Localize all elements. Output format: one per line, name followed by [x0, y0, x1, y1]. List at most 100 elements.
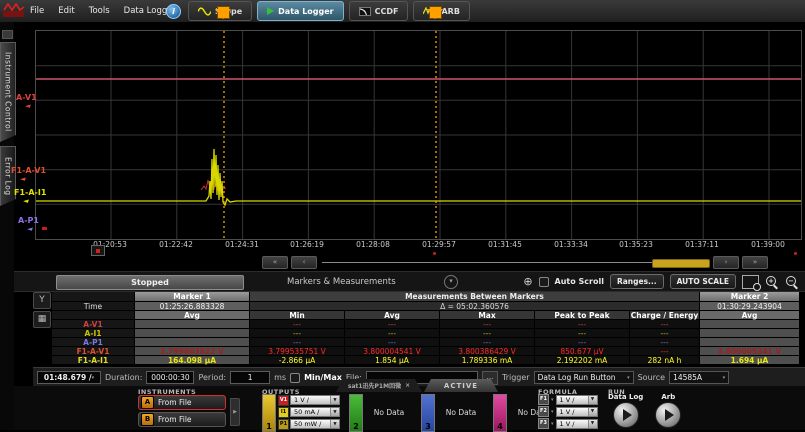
table-row[interactable]: A-I1 --- --- --- --- --- [52, 329, 800, 338]
marker2-value: 1.694 µA [700, 356, 800, 365]
instrument-b-label: From File [158, 415, 192, 424]
minmax-checkbox[interactable] [290, 373, 300, 383]
marker2-handle[interactable]: 2 [427, 6, 443, 38]
sidebar-tab-instrument-control[interactable]: Instrument Control [0, 42, 16, 142]
max-value: 1.789336 mA [440, 356, 535, 365]
x-tick: 01:33:34 [546, 240, 596, 249]
collapse-panel-icon[interactable]: ▾ [444, 275, 458, 289]
p1-scale-select[interactable]: 50 mW / ▼ [290, 419, 340, 429]
marker-dot [433, 252, 436, 255]
record-marker-chip[interactable] [91, 245, 105, 256]
top-menu-bar: File Edit Tools Data Logger Help i Scope… [0, 0, 805, 23]
run-state-button[interactable]: Stopped [56, 275, 244, 290]
datalog-chart[interactable] [35, 30, 802, 240]
minmax-label: Min/Max [304, 373, 342, 382]
marker1-header[interactable]: Marker 1 [135, 292, 250, 302]
f1-scale-select[interactable]: 1 V / ▼ [556, 395, 598, 405]
marker2-header[interactable]: Marker 2 [700, 292, 800, 302]
tab-ccdf[interactable]: CCDF [349, 1, 409, 21]
duration-field[interactable]: 000:00:30 [146, 371, 194, 384]
table-icon-column: Y ▦ [33, 292, 50, 330]
scroll-back-button[interactable]: ‹ [291, 256, 317, 269]
tab-ccdf-label: CCDF [375, 7, 399, 16]
x-tick: 01:24:31 [217, 240, 267, 249]
f3-scale-select[interactable]: 1 V / ▼ [556, 419, 598, 429]
period-field[interactable]: 1 [230, 371, 270, 384]
channel-2-bar[interactable]: 2 [349, 394, 363, 432]
channel-3-no-data: No Data [438, 394, 484, 430]
tab-data-logger[interactable]: Data Logger [257, 1, 343, 21]
min-value: -2.866 µA [250, 356, 345, 365]
f3-badge: F3 [538, 418, 549, 429]
f2-scale-value: 1 V / [560, 408, 575, 416]
table-row[interactable]: F1-A-V1 3.799803822 V 3.799535751 V 3.80… [52, 347, 800, 356]
scroll-fast-back-button[interactable]: « [262, 256, 288, 269]
menu-file[interactable]: File [30, 6, 44, 16]
time-scrollbar: « ‹ › » [262, 256, 768, 269]
trace-label-a-v1[interactable]: A-V1 ◄ [16, 94, 37, 110]
chevron-down-icon[interactable]: ▾ [551, 397, 554, 403]
zoom-out-icon[interactable]: − [785, 275, 799, 289]
duration-label: Duration: [105, 373, 142, 382]
auto-scroll-checkbox[interactable] [539, 277, 549, 287]
zoom-region-icon[interactable] [742, 275, 759, 289]
chevron-down-icon[interactable]: ▾ [551, 409, 554, 415]
marker1-value: 164.098 µA [135, 356, 250, 365]
marker-arrow-icon [427, 9, 443, 38]
scroll-forward-button[interactable]: › [713, 256, 739, 269]
instrument-b-button[interactable]: B From File [138, 412, 226, 427]
trigger-select[interactable]: Data Log Run Button ▾ [534, 371, 634, 384]
x-tick: 01:39:00 [743, 240, 793, 249]
channel-3-bar[interactable]: 3 [421, 394, 435, 432]
menu-tools[interactable]: Tools [89, 6, 110, 16]
f2-scale-select[interactable]: 1 V / ▼ [556, 407, 598, 417]
ranges-button[interactable]: Ranges... [610, 274, 664, 289]
zoom-out-glyph: − [786, 276, 796, 286]
scroll-track[interactable] [320, 257, 710, 268]
v1-scale-value: 1 V / [294, 396, 309, 404]
chevron-down-icon[interactable]: ▾ [551, 421, 554, 427]
v1-scale-select[interactable]: 1 V / ▼ [290, 395, 340, 405]
header-spacer [52, 292, 135, 302]
scroll-thumb[interactable] [652, 259, 710, 268]
zoom-in-icon[interactable]: + [765, 275, 779, 289]
period-label: Period: [198, 373, 226, 382]
close-icon[interactable]: × [405, 382, 410, 389]
source-select[interactable]: 14585A ▾ [669, 371, 729, 384]
data-log-play-button[interactable] [613, 402, 639, 428]
menu-bar: File Edit Tools Data Logger Help [30, 0, 209, 22]
i1-scale-select[interactable]: 50 mA / ▼ [290, 407, 340, 417]
instruments-expander-button[interactable]: ▶ [230, 398, 240, 426]
trace-yellow-line [36, 149, 801, 205]
channel-4-bar[interactable]: 4 [493, 394, 507, 432]
marker1-handle[interactable]: 1 [215, 6, 231, 38]
active-tab[interactable]: ACTIVE [424, 379, 498, 392]
chevron-down-icon: ▼ [588, 420, 597, 428]
target-icon[interactable]: ⊕ [523, 276, 532, 287]
table-row[interactable]: F1-A-I1 164.098 µA -2.866 µA 1.854 µA 1.… [52, 356, 800, 365]
output-file-tab[interactable]: sat1迅先P1M回微 × [336, 379, 422, 392]
period-unit: ms [274, 373, 286, 382]
channel-1: 1 V1 1 V / ▼ I1 50 mA / ▼ [262, 394, 340, 430]
table-header-row: Marker 1 Measurements Between Markers Ma… [52, 292, 800, 302]
f3-scale-value: 1 V / [560, 420, 575, 428]
trace-label-f1-a-i1[interactable]: F1-A-I1 ◄ [14, 189, 46, 205]
instrument-b-badge: B [141, 413, 154, 426]
channel-1-bar[interactable]: 1 [262, 394, 276, 432]
info-icon[interactable]: i [166, 4, 181, 19]
scroll-fast-forward-button[interactable]: » [742, 256, 768, 269]
datalog-controls-bar: 01:48.679 / ▾ Duration: 000:00:30 Period… [33, 367, 805, 387]
grid-view-icon[interactable]: ▦ [33, 311, 51, 328]
trace-label-a-p1[interactable]: A-P1 ◄ [18, 217, 39, 233]
table-row[interactable]: A-V1 --- --- --- --- --- [52, 320, 800, 329]
trace-label-f1-a-v1[interactable]: F1-A-V1 ◄ [11, 167, 46, 183]
arb-play-button[interactable] [655, 402, 681, 428]
x-tick: 01:28:08 [348, 240, 398, 249]
auto-scale-button[interactable]: AUTO SCALE [670, 274, 736, 289]
instrument-a-button[interactable]: A From File [138, 395, 226, 410]
menu-edit[interactable]: Edit [58, 6, 74, 16]
elapsed-time-dropdown[interactable]: 01:48.679 / ▾ [37, 371, 101, 384]
marker1-value [135, 329, 250, 338]
chevron-down-icon: ▼ [330, 396, 339, 404]
signal-tree-icon[interactable]: Y [33, 292, 51, 309]
